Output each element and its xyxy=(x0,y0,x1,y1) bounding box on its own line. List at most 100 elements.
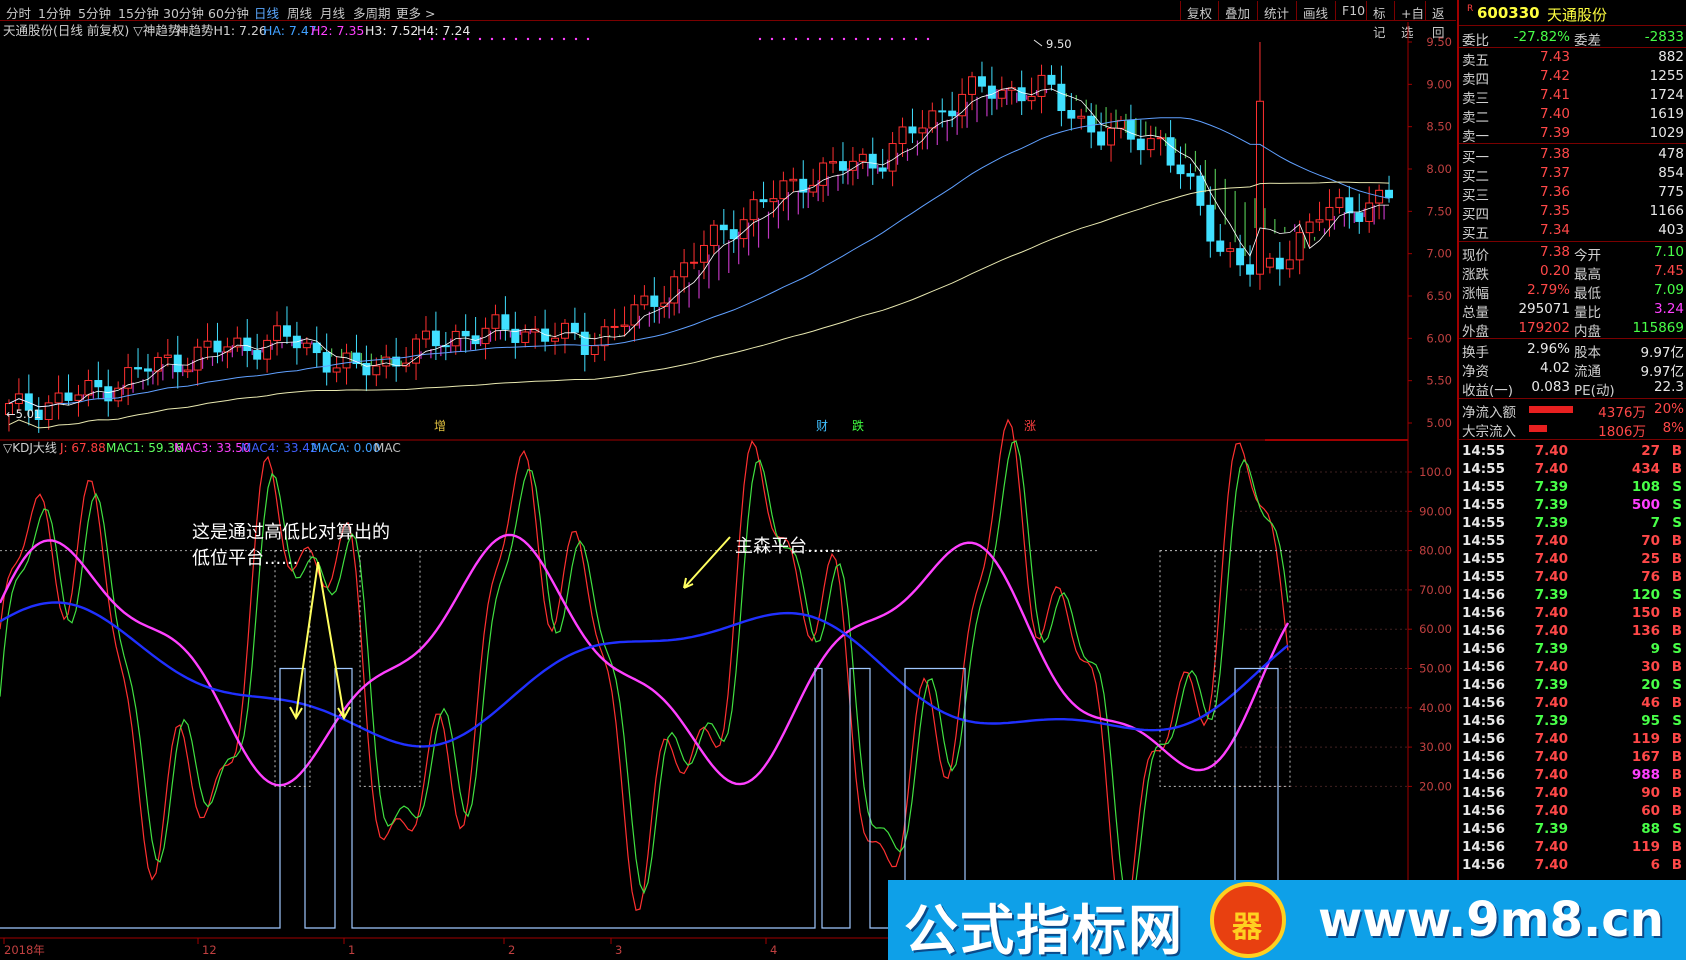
candle-body xyxy=(1285,259,1294,270)
toolbar-button[interactable]: +自选 xyxy=(1394,1,1425,40)
signal-dot xyxy=(794,37,798,41)
candle-body xyxy=(809,184,818,193)
candle-body xyxy=(312,342,321,354)
tick-row: 14:55 7.39 7 S xyxy=(1462,515,1682,531)
toolbar-button[interactable]: F10 xyxy=(1335,1,1366,20)
divider xyxy=(1459,241,1686,242)
kline-chart[interactable]: 天通股份(日线 前复权) ▽神趋势神趋势H1: 7.26HA: 7.47H2: … xyxy=(0,22,1456,960)
candle-body xyxy=(1176,164,1185,175)
period-tab[interactable]: 分时 xyxy=(6,3,31,22)
candle-body xyxy=(878,167,887,172)
kdj-j-line xyxy=(0,418,1289,930)
period-tab[interactable]: 30分钟 xyxy=(163,3,204,22)
flow-bar xyxy=(1529,406,1573,413)
flow-row: 大宗流入 1806万 8% xyxy=(1462,420,1684,440)
price-tick-label: 6.00 xyxy=(1426,331,1452,345)
signal-dot xyxy=(418,37,422,41)
toolbar-button[interactable]: 复权 xyxy=(1180,1,1218,21)
tick-row: 14:56 7.39 120 S xyxy=(1462,587,1682,603)
period-tab[interactable]: 月线 xyxy=(320,3,345,22)
tick-row: 14:56 7.39 20 S xyxy=(1462,677,1682,693)
candle-body xyxy=(94,380,103,388)
candle-body xyxy=(1107,127,1116,146)
kdj-mac4-line xyxy=(0,601,1289,748)
bid-row: 买四 7.35 1166 xyxy=(1462,203,1684,223)
candle-body xyxy=(570,322,579,333)
signal-dot xyxy=(454,37,458,41)
toolbar-button[interactable]: 叠加 xyxy=(1218,1,1257,21)
period-tab[interactable]: 1分钟 xyxy=(38,3,71,22)
signal-dot xyxy=(866,37,870,41)
signal-dot xyxy=(890,37,894,41)
price-tick-label: 7.00 xyxy=(1426,247,1452,261)
indicator-ha: HA: 7.47 xyxy=(263,23,317,38)
watermark-banner: 公式指标网 器 www.9m8.cn xyxy=(888,880,1686,960)
signal-dot xyxy=(914,37,918,41)
bid-row: 买五 7.34 403 xyxy=(1462,222,1684,242)
period-tab[interactable]: 5分钟 xyxy=(78,3,111,22)
period-tab[interactable]: 60分钟 xyxy=(208,3,249,22)
chart-title: 天通股份(日线 前复权) ▽神趋势 xyxy=(3,23,181,38)
candle-body xyxy=(938,110,947,113)
toolbar-button[interactable]: 标记 xyxy=(1366,1,1394,40)
kdj-k-line xyxy=(0,440,1289,909)
ma-line-blue xyxy=(8,117,1390,408)
time-label: 2 xyxy=(508,943,515,957)
candle-body xyxy=(630,304,639,326)
candle-body xyxy=(650,295,659,307)
signal-dot xyxy=(770,37,774,41)
signal-dot xyxy=(830,37,834,41)
time-label: 2018年 xyxy=(4,943,45,957)
toolbar-button[interactable]: 统计 xyxy=(1257,1,1296,21)
candle-body xyxy=(282,325,291,337)
period-tab[interactable]: 更多 > xyxy=(396,3,435,22)
annotation-line2: 低位平台...... xyxy=(192,548,298,569)
period-tab[interactable]: 周线 xyxy=(287,3,312,22)
candle-body xyxy=(1037,74,1046,97)
candle-body xyxy=(789,178,798,182)
candle-body xyxy=(1255,100,1264,275)
watermark-text: 公式指标网 xyxy=(904,899,1184,960)
annotation-arrow xyxy=(295,561,345,717)
kdj-mac-cut: MAC xyxy=(374,441,401,455)
tick-row: 14:56 7.40 46 B xyxy=(1462,695,1682,711)
tick-row: 14:55 7.40 434 B xyxy=(1462,461,1682,477)
indicator-h3: H3: 7.52 xyxy=(365,23,418,38)
stock-code[interactable]: 600330 xyxy=(1477,4,1540,22)
stock-name[interactable]: 天通股份 xyxy=(1547,4,1607,25)
candle-body xyxy=(968,76,977,95)
indicator-h1: 神趋势H1: 7.26 xyxy=(176,23,267,38)
candle-body xyxy=(54,392,63,404)
candle-body xyxy=(213,340,222,353)
signal-mark: 财 xyxy=(816,419,828,433)
kdj-tick-label: 90.00 xyxy=(1419,504,1452,518)
price-tick-label: 9.00 xyxy=(1426,77,1452,91)
candle-body xyxy=(1077,115,1086,119)
candle-body xyxy=(769,198,778,203)
candle-body xyxy=(928,110,937,129)
toolbar-button[interactable]: 画线 xyxy=(1296,1,1335,21)
signal-dot xyxy=(854,37,858,41)
candle-body xyxy=(1116,119,1125,129)
signal-dot xyxy=(442,37,446,41)
quote-panel: R 600330 天通股份 委比 -27.82% 委差 -2833 卖五 7.43 882 卖… xyxy=(1457,0,1686,960)
candle-body xyxy=(1047,74,1056,85)
stat2-row: 换手 2.96% 股本 9.97亿 xyxy=(1462,341,1684,361)
candle-body xyxy=(143,368,152,372)
period-tab[interactable]: 15分钟 xyxy=(118,3,159,22)
price-tick-label: 8.00 xyxy=(1426,162,1452,176)
period-tab[interactable]: 日线 xyxy=(254,3,279,22)
candle-body xyxy=(888,143,897,172)
flow-bar xyxy=(1529,425,1547,432)
toolbar-button[interactable]: 返回 xyxy=(1425,1,1456,40)
candle-body xyxy=(134,367,143,370)
price-tick-label: 5.50 xyxy=(1426,374,1452,388)
candle-body xyxy=(1206,204,1215,242)
candle-body xyxy=(620,324,629,327)
signal-dot xyxy=(586,37,590,41)
candle-body xyxy=(1365,202,1374,222)
chart-area[interactable]: 天通股份(日线 前复权) ▽神趋势 神趋势H1: 7.26 HA: 7.47 H2: … xyxy=(0,22,1456,960)
candle-body xyxy=(84,380,93,396)
candle-body xyxy=(759,199,768,203)
period-tab[interactable]: 多周期 xyxy=(353,3,391,22)
